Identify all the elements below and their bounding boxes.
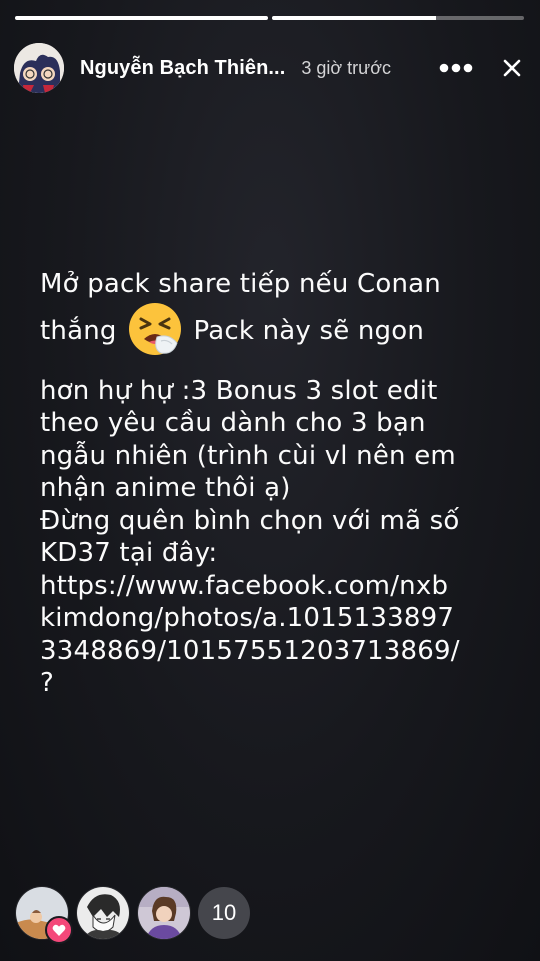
story-line: hơn hự hự :3 Bonus 3 slot edit — [40, 375, 438, 406]
viewer-avatar[interactable] — [137, 886, 191, 940]
avatar[interactable] — [14, 43, 64, 93]
story-line: Đừng quên bình chọn với mã số — [40, 505, 460, 536]
viewer-avatar[interactable] — [76, 886, 130, 940]
progress-segment-1 — [15, 16, 268, 20]
story-line: nhận anime thôi ạ) — [40, 473, 291, 503]
story-line: theo yêu cầu dành cho 3 bạn — [40, 408, 426, 438]
story-link-line[interactable]: ? — [40, 667, 510, 700]
story-text: Mở pack share tiếp nếu Conan thắng Pack … — [40, 268, 510, 700]
user-name[interactable]: Nguyễn Bạch Thiên... — [80, 57, 285, 80]
story-line-part: Pack này sẽ ngon — [193, 315, 425, 346]
progress-segment-2 — [271, 16, 524, 20]
story-line: KD37 tại đây: — [40, 538, 218, 568]
viewer-count[interactable]: 10 — [198, 887, 250, 939]
close-icon — [503, 59, 521, 77]
heart-icon — [45, 916, 73, 944]
story-link-line[interactable]: 3348869/10157551203713869/ — [40, 635, 510, 668]
story-line-part: thắng — [40, 315, 117, 346]
timestamp: 3 giờ trước — [301, 57, 392, 78]
story-link-line[interactable]: https://www.facebook.com/nxb — [40, 570, 510, 603]
story-progress — [15, 16, 524, 20]
viewers-bar[interactable]: 10 — [15, 886, 250, 944]
more-options-button[interactable] — [436, 53, 476, 83]
story-paragraph: hơn hự hự :3 Bonus 3 slot edit theo yêu … — [40, 375, 510, 700]
tired-face-emoji-icon — [127, 301, 183, 357]
story-line: Mở pack share tiếp nếu Conan — [40, 269, 441, 299]
more-dots-icon — [439, 63, 473, 73]
story-link-line[interactable]: kimdong/photos/a.1015133897 — [40, 602, 510, 635]
close-button[interactable] — [498, 54, 526, 82]
story-header: Nguyễn Bạch Thiên... 3 giờ trước — [14, 40, 526, 96]
story-line: ngẫu nhiên (trình cùi vl nên em — [40, 440, 456, 471]
viewer-with-reaction[interactable] — [15, 886, 73, 944]
story-line-with-emoji: thắng Pack này sẽ ngon — [40, 301, 510, 357]
